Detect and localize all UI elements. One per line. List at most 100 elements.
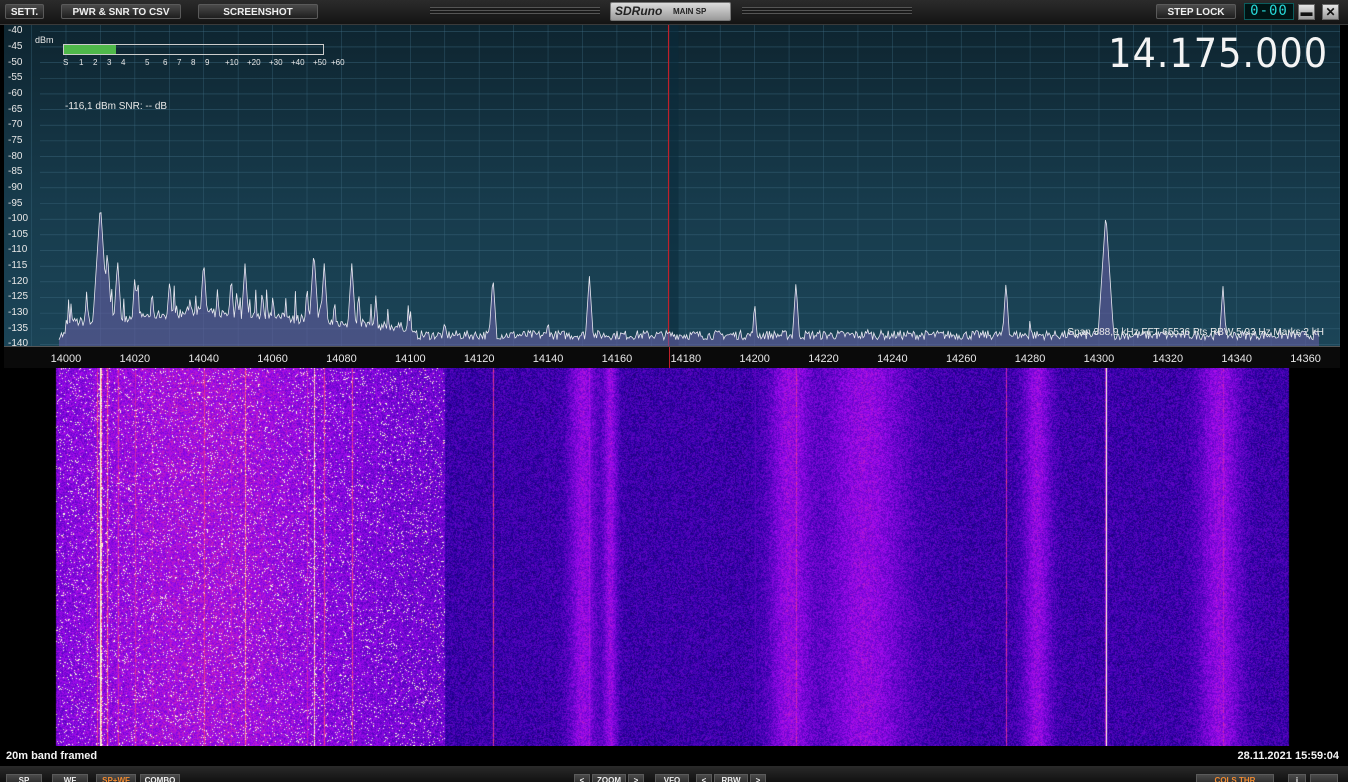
colour-threshold-button[interactable]: COLS THR: [1196, 774, 1274, 782]
dbm-tick-label: -45: [8, 40, 23, 52]
step-display[interactable]: 0-00: [1244, 3, 1294, 20]
frequency-tick-label: 14000: [50, 353, 82, 365]
dbm-tick-label: -70: [8, 119, 23, 131]
zoom-in-button[interactable]: >: [628, 774, 644, 782]
more-options-button[interactable]: [1310, 774, 1338, 782]
vfo-button[interactable]: VFO: [655, 774, 689, 782]
settings-button[interactable]: SETT.: [5, 4, 44, 19]
s-meter-scale-label: +50: [313, 58, 327, 67]
dbm-tick-label: -125: [8, 291, 29, 303]
dbm-tick-label: -135: [8, 322, 29, 334]
waterfall-display[interactable]: [4, 368, 1340, 746]
combo-mode-button[interactable]: COMBO: [140, 774, 180, 782]
frequency-tick-label: 14320: [1152, 353, 1184, 365]
s-meter-scale-label: 1: [79, 58, 84, 67]
dbm-tick-label: -85: [8, 166, 23, 178]
wf-mode-button[interactable]: WF: [52, 774, 88, 782]
frequency-tick-label: 14200: [739, 353, 770, 365]
frequency-tick-label: 14260: [945, 353, 977, 365]
drag-grip-left[interactable]: [430, 7, 600, 16]
frequency-tick-label: 14220: [808, 353, 839, 365]
screenshot-button[interactable]: SCREENSHOT: [198, 4, 318, 19]
frequency-tick-label: 14020: [119, 353, 151, 365]
spectrum-fill: [59, 212, 1319, 346]
s-meter-scale-label: 5: [145, 58, 150, 67]
frequency-tick-label: 14280: [1014, 353, 1046, 365]
frequency-tick-label: 14080: [326, 353, 357, 365]
s-meter-scale-label: 9: [205, 58, 210, 67]
zoom-label: ZOOM: [592, 774, 626, 782]
dbm-unit-label: dBm: [35, 35, 54, 45]
dbm-tick-label: -50: [8, 56, 23, 68]
dbm-tick-label: -100: [8, 213, 29, 225]
top-toolbar: SETT. PWR & SNR TO CSV SCREENSHOT SDRuno…: [0, 0, 1348, 25]
dbm-tick-label: -55: [8, 72, 23, 84]
dbm-tick-label: -105: [8, 228, 29, 240]
dbm-tick-label: -40: [8, 25, 23, 37]
frequency-tick-label: 14340: [1221, 353, 1252, 365]
s-meter-scale-label: +20: [247, 58, 261, 67]
dbm-tick-label: -80: [8, 150, 23, 162]
s-meter-scale-label: 2: [93, 58, 98, 67]
status-message: 20m band framed: [6, 750, 98, 762]
sp-mode-button[interactable]: SP: [6, 774, 42, 782]
zoom-out-button[interactable]: <: [574, 774, 590, 782]
status-datetime: 28.11.2021 15:59:04: [1237, 750, 1339, 762]
bottom-toolbar: SP WF SP+WF COMBO < ZOOM > VFO < RBW > C…: [0, 766, 1348, 782]
frequency-display[interactable]: 14.175.000: [1108, 31, 1328, 77]
frequency-tick-label: 14060: [257, 353, 288, 365]
s-meter-scale-label: 4: [121, 58, 126, 67]
tuned-frequency-axis-marker: [668, 347, 670, 369]
sp-wf-mode-button[interactable]: SP+WF: [96, 774, 136, 782]
app-logo: SDRuno MAIN SP: [610, 2, 731, 21]
frequency-tick-label: 14240: [877, 353, 908, 365]
frequency-tick-label: 14040: [188, 353, 219, 365]
logo-brand: SDRuno: [615, 4, 663, 18]
dbm-tick-label: -75: [8, 134, 23, 146]
frequency-tick-label: 14300: [1083, 353, 1115, 365]
window-title: MAIN SP: [673, 7, 707, 16]
dbm-axis: -40 -45 -50 -55 -60 -65 -70 -75 -80 -85 -90 -95 -100…: [4, 25, 48, 346]
dbm-tick-label: -130: [8, 307, 29, 319]
frequency-tick-label: 14180: [670, 353, 702, 365]
rbw-label: RBW: [714, 774, 748, 782]
signal-readout: -116,1 dBm SNR: -- dB: [65, 101, 168, 112]
dbm-tick-label: -95: [8, 197, 23, 209]
step-lock-button[interactable]: STEP LOCK: [1156, 4, 1236, 19]
s-meter-scale-label: +40: [291, 58, 305, 67]
s-meter-scale-label: 6: [163, 58, 168, 67]
frequency-axis[interactable]: 14000 14020 14040 14060 14080 14100 14120 14140…: [4, 346, 1340, 369]
filter-passband[interactable]: [668, 25, 679, 346]
rbw-down-button[interactable]: <: [696, 774, 712, 782]
dbm-tick-label: -115: [8, 260, 28, 272]
frequency-tick-label: 14160: [601, 353, 633, 365]
s-meter-scale-label: +10: [225, 58, 239, 67]
s-meter-scale-label: +30: [269, 58, 283, 67]
export-csv-button[interactable]: PWR & SNR TO CSV: [61, 4, 181, 19]
s-meter-scale-label: 8: [191, 58, 196, 67]
dbm-tick-label: -90: [8, 181, 23, 193]
fft-info: Span 388,9 kHz FFT 65536 Pts RBW 5,93 Hz…: [1067, 327, 1324, 338]
dbm-tick-label: -110: [8, 244, 28, 256]
s-meter-scale-label: +60: [331, 58, 345, 67]
frequency-tick-label: 14140: [532, 353, 564, 365]
info-icon[interactable]: i: [1288, 774, 1306, 782]
dbm-tick-label: -65: [8, 103, 23, 115]
frequency-tick-label: 14120: [463, 353, 495, 365]
s-meter-level: [64, 45, 116, 54]
dbm-tick-label: -60: [8, 87, 23, 99]
rbw-up-button[interactable]: >: [750, 774, 766, 782]
close-icon[interactable]: ✕: [1322, 4, 1339, 20]
s-meter-scale-label: 3: [107, 58, 112, 67]
dbm-tick-label: -140: [8, 338, 29, 346]
frequency-tick-label: 14360: [1290, 353, 1321, 365]
status-bar: 20m band framed 28.11.2021 15:59:04: [0, 746, 1348, 766]
s-meter-scale: S 1 2 3 4 5 6 7 8 9 +10 +20 +30 +40 +50 +60: [63, 58, 363, 70]
frequency-tick-label: 14100: [395, 353, 426, 365]
s-meter-bar: [63, 44, 324, 55]
minimize-icon[interactable]: ▬: [1298, 4, 1315, 20]
dbm-tick-label: -120: [8, 275, 29, 287]
spectrum-display[interactable]: -40 -45 -50 -55 -60 -65 -70 -75 -80 -85 -90 -95 -100…: [4, 25, 1340, 346]
drag-grip-right[interactable]: [742, 7, 912, 16]
s-meter-scale-label: S: [63, 58, 69, 67]
